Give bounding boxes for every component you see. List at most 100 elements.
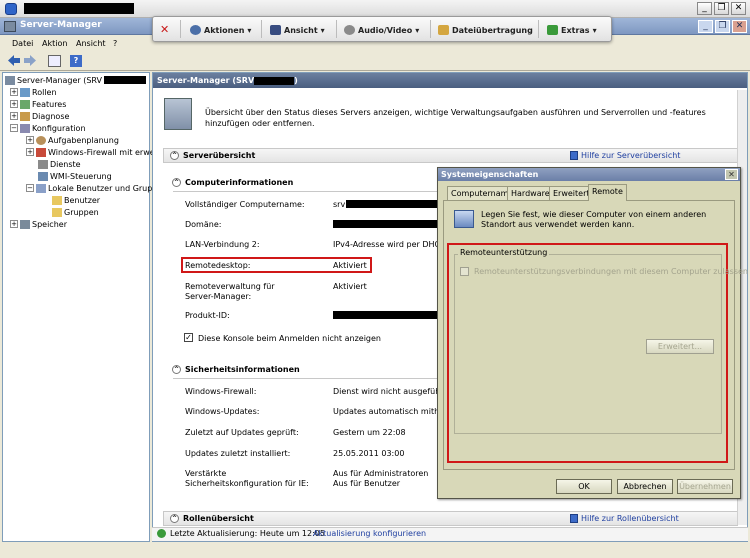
help-link-text: Hilfe zur Rollenübersicht [581,514,679,523]
tree-item-aufgabenplanung[interactable]: + Aufgabenplanung [26,134,119,146]
configure-refresh-link[interactable]: Aktualisierung konfigurieren [313,529,426,538]
restore-button[interactable]: ❐ [715,20,730,33]
toolbar-separator [336,20,337,38]
tree-label: Diagnose [32,111,70,121]
allow-remote-assistance-label: Remoteunterstützungsverbindungen mit die… [474,267,748,276]
expand-icon[interactable]: + [26,148,34,156]
remote-audio-video-menu[interactable]: Audio/Video ▾ [344,24,419,36]
expand-icon[interactable]: + [10,88,18,96]
outer-minimize-button[interactable]: _ [697,2,712,15]
expand-icon[interactable]: + [10,100,18,108]
remote-ansicht-menu[interactable]: Ansicht ▾ [270,24,325,36]
windows-updates-value[interactable]: Updates automatisch mithilfe [333,407,437,416]
tree-root[interactable]: Server-Manager (SRV [5,74,147,86]
toolbar-separator [430,20,431,38]
expand-icon[interactable]: + [26,136,34,144]
refresh-icon[interactable] [157,529,166,538]
redacted-server-name [104,76,147,84]
outer-restore-button[interactable]: ❐ [714,2,729,15]
dialog-title: Systemeigenschaften [438,168,740,181]
product-id-label: Produkt-ID: [185,311,230,320]
menu-help[interactable]: ? [113,39,117,48]
roles-overview-help-link[interactable]: Hilfe zur Rollenübersicht [570,514,679,523]
collapse-icon[interactable]: − [26,184,34,192]
collapse-icon[interactable]: − [10,124,18,132]
remote-aktionen-label: Aktionen [204,25,245,35]
remote-management-label: Remoteverwaltung für Server-Manager: [185,282,275,301]
tab-hardware[interactable]: Hardware [507,186,554,200]
back-arrow-icon[interactable] [8,55,20,66]
close-button[interactable]: ✕ [732,20,747,33]
tree-item-konfiguration[interactable]: − Konfiguration [10,122,86,134]
tree-label: Konfiguration [32,123,86,133]
collapse-icon[interactable]: ^ [172,365,181,374]
remote-close-icon[interactable]: ✕ [160,23,169,36]
collapse-icon[interactable]: ^ [170,151,179,160]
tree-item-rollen[interactable]: + Rollen [10,86,57,98]
collapse-icon[interactable]: ^ [170,514,179,523]
users-icon [36,183,46,193]
ie-esc-value[interactable]: Aus für Administratoren Aus für Benutzer [333,469,428,489]
expand-icon[interactable]: + [10,112,18,120]
remote-extras-menu[interactable]: Extras ▾ [547,24,597,36]
tree-label: Features [32,99,67,109]
content-header-label: Server-Manager (SRV [157,76,255,85]
show-hide-tree-icon[interactable] [48,55,61,67]
menu-aktion[interactable]: Aktion [42,39,67,48]
tree-item-features[interactable]: + Features [10,98,66,110]
tree-item-gruppen[interactable]: Gruppen [52,206,99,218]
tree-label: Dienste [50,159,81,169]
minimize-button[interactable]: _ [698,20,713,33]
allow-remote-assistance-checkbox[interactable] [460,267,469,276]
tab-remote[interactable]: Remote [588,184,627,201]
remote-file-transfer-label: Dateiübertragung [452,25,533,35]
remote-management-value[interactable]: Aktiviert [333,282,367,291]
toolbar [0,51,750,71]
menu-datei[interactable]: Datei [12,39,33,48]
tree-item-benutzer[interactable]: Benutzer [52,194,100,206]
help-icon[interactable]: ? [70,55,82,67]
hide-console-checkbox[interactable]: ✓ [184,333,193,342]
menu-ansicht[interactable]: Ansicht [76,39,106,48]
toolbar-separator [538,20,539,38]
cancel-button[interactable]: Abbrechen [617,479,673,494]
tree-label: Speicher [32,219,67,229]
security-info-header[interactable]: ^ Sicherheitsinformationen [172,365,300,374]
ok-button[interactable]: OK [556,479,612,494]
remotedesktop-value[interactable]: Aktiviert [333,261,367,270]
remote-description: Legen Sie fest, wie dieser Computer von … [481,210,707,229]
collapse-icon[interactable]: ^ [172,178,181,187]
server-overview-help-link[interactable]: Hilfe zur Serverübersicht [570,151,680,160]
firewall-icon [36,147,46,157]
tree-item-diagnose[interactable]: + Diagnose [10,110,69,122]
remote-file-transfer-button[interactable]: Dateiübertragung [438,24,533,36]
firewall-value[interactable]: Dienst wird nicht ausgeführt [333,387,447,396]
tab-erweitert[interactable]: Erweitert [549,186,594,200]
monitor-icon [270,25,281,35]
tree-item-speicher[interactable]: + Speicher [10,218,67,230]
last-refresh-text: Letzte Aktualisierung: Heute um 12:05 [170,529,325,538]
tree-item-dienste[interactable]: Dienste [38,158,81,170]
computer-info-header[interactable]: ^ Computerinformationen [172,178,293,187]
tree-item-firewall[interactable]: + Windows-Firewall mit erweit [26,146,160,158]
lan-connection-value[interactable]: IPv4-Adresse wird per DHCP z [333,240,437,249]
expand-icon[interactable]: + [10,220,18,228]
dialog-close-button[interactable]: ✕ [725,169,738,180]
server-overview-title: Serverübersicht [183,151,256,160]
tree-item-wmi[interactable]: WMI-Steuerung [38,170,112,182]
outer-close-button[interactable]: ✕ [731,2,746,15]
full-computer-name-value: srv [333,200,346,209]
lan-connection-label: LAN-Verbindung 2: [185,240,260,249]
roles-overview-title: Rollenübersicht [183,514,254,523]
advanced-button[interactable]: Erweitert... [646,339,714,354]
forward-arrow-icon[interactable] [24,55,36,66]
last-installed-label: Updates zuletzt installiert: [185,449,291,458]
remote-audio-video-label: Audio/Video [358,25,413,35]
domain-label: Domäne: [185,220,222,229]
remote-aktionen-menu[interactable]: Aktionen ▾ [190,24,251,36]
apply-button[interactable]: Übernehmen [677,479,733,494]
tree-label: Benutzer [64,195,101,205]
tree-item-lokale-benutzer[interactable]: − Lokale Benutzer und Gruppe [26,182,162,194]
remote-assistance-group-title: Remoteunterstützung [458,248,550,257]
toolbar-separator [261,20,262,38]
